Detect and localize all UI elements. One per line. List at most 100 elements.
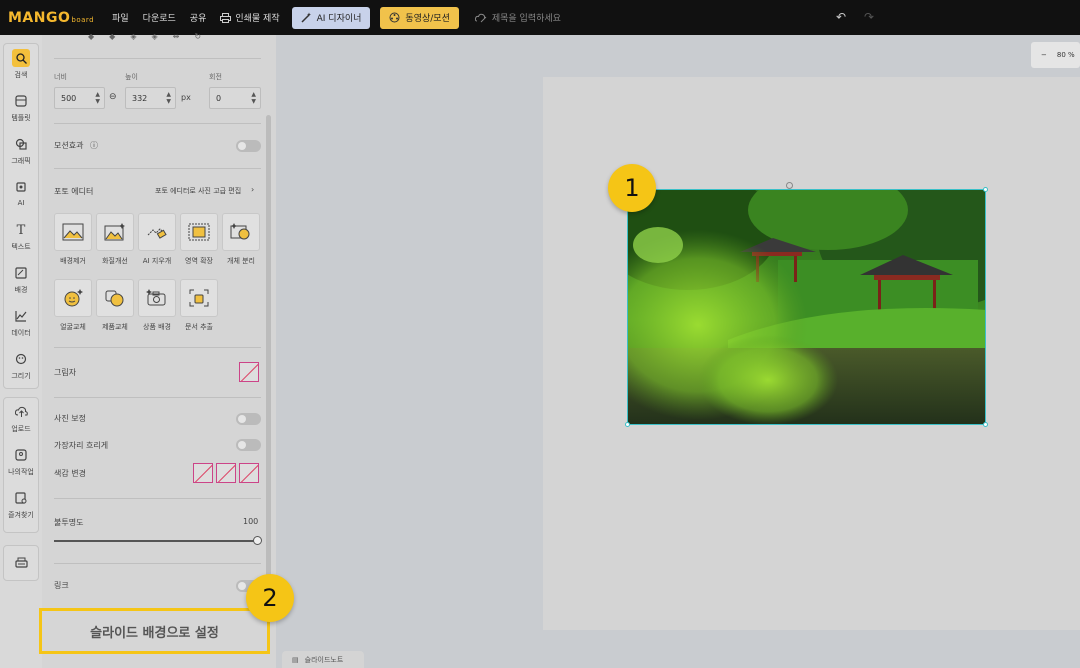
- opacity-value: 100: [243, 517, 259, 526]
- opacity-slider-track[interactable]: [54, 540, 259, 542]
- tool-enhance-quality[interactable]: [96, 213, 134, 251]
- notes-label: 슬라이드노트: [304, 655, 344, 664]
- tool-ai-eraser[interactable]: [138, 213, 176, 251]
- sidebar-item-label: 텍스트: [11, 243, 31, 251]
- undo-icon[interactable]: ↶: [836, 10, 846, 24]
- panel-scrollbar[interactable]: [266, 115, 271, 605]
- flip-icon[interactable]: ⇹: [173, 32, 180, 41]
- tool-label: 상품 배경: [143, 323, 171, 331]
- tool-label: 문서 추출: [185, 323, 213, 331]
- link-ratio-icon[interactable]: ⊖: [109, 92, 117, 102]
- print-production-button[interactable]: 인쇄물 제작: [220, 11, 280, 24]
- height-field[interactable]: 332 ▲ ▼: [125, 87, 176, 109]
- tool-product-swap[interactable]: [96, 279, 134, 317]
- resize-handle-br[interactable]: [983, 422, 988, 427]
- photo-correction-label: 사진 보정: [54, 414, 86, 423]
- zoom-out-icon[interactable]: −: [1041, 51, 1047, 59]
- menu-download[interactable]: 다운로드: [143, 11, 176, 24]
- tool-expand-area[interactable]: [180, 213, 218, 251]
- sidebar-item-draw[interactable]: 그리기: [4, 345, 38, 388]
- height-label: 높이: [125, 73, 138, 81]
- color-swatch-2[interactable]: [216, 463, 236, 483]
- tool-face-swap[interactable]: [54, 279, 92, 317]
- bring-forward-icon[interactable]: ◆: [88, 32, 94, 41]
- tool-label: 얼굴교체: [60, 323, 86, 331]
- remove-background-icon: [62, 223, 84, 241]
- color-swatch-1[interactable]: [193, 463, 213, 483]
- opacity-slider-handle[interactable]: [253, 536, 262, 545]
- sidebar-item-data[interactable]: 데이터: [4, 302, 38, 345]
- enhance-quality-icon: [104, 223, 125, 241]
- rotation-field[interactable]: 0 ▲ ▼: [209, 87, 261, 109]
- zoom-level: 80 %: [1056, 51, 1075, 59]
- callout-number: 2: [262, 584, 278, 612]
- photo-editor-link[interactable]: 포토 에디터로 사진 고급 편집: [155, 186, 241, 196]
- notes-icon: ▤: [292, 655, 299, 664]
- edge-blur-toggle[interactable]: [236, 439, 261, 451]
- height-value: 332: [132, 93, 148, 103]
- title-input[interactable]: 제목을 입력하세요: [474, 11, 561, 24]
- bring-front-icon[interactable]: ◆: [109, 32, 115, 41]
- color-swatch-3[interactable]: [239, 463, 259, 483]
- sidebar-item-background[interactable]: 배경: [4, 259, 38, 302]
- redo-icon[interactable]: ↷: [864, 10, 874, 24]
- send-backward-icon[interactable]: ◈: [130, 32, 136, 41]
- sidebar-item-upload[interactable]: 업로드: [4, 398, 38, 441]
- sidebar-item-search[interactable]: 검색: [4, 44, 38, 87]
- sidebar-extra-button[interactable]: [3, 545, 39, 581]
- edge-blur-label: 가장자리 흐리게: [54, 441, 109, 450]
- photo-correction-toggle[interactable]: [236, 413, 261, 425]
- ai-designer-button[interactable]: AI 디자이너: [291, 6, 371, 29]
- shadow-color-swatch[interactable]: [239, 362, 259, 382]
- tool-label: 화질개선: [102, 257, 128, 265]
- resize-handle-bl[interactable]: [625, 422, 630, 427]
- resize-handle-tr[interactable]: [983, 187, 988, 192]
- printer-icon: [220, 12, 232, 23]
- sidebar-item-label: 템플릿: [11, 114, 31, 122]
- sidebar-item-label: 검색: [14, 71, 28, 79]
- ai-eraser-icon: [147, 228, 167, 239]
- help-icon[interactable]: ⓘ: [90, 140, 98, 151]
- sidebar-item-ai[interactable]: AI: [4, 173, 38, 216]
- properties-panel: [42, 35, 276, 668]
- rotation-stepper-icon[interactable]: ▲ ▼: [251, 91, 256, 105]
- zoom-control[interactable]: − 80 %: [1031, 42, 1080, 68]
- mango-board-logo[interactable]: MANGO board: [8, 10, 94, 26]
- film-reel-icon: [389, 12, 400, 23]
- rotate-handle[interactable]: [786, 182, 793, 189]
- selected-photo[interactable]: [627, 189, 986, 425]
- unit-label: px: [181, 93, 191, 102]
- send-back-icon[interactable]: ◈: [151, 32, 157, 41]
- sidebar-item-favorites[interactable]: 즐겨찾기: [4, 484, 38, 527]
- menu-share[interactable]: 공유: [190, 11, 207, 24]
- tool-product-background[interactable]: [138, 279, 176, 317]
- sidebar-item-my-work[interactable]: 나의작업: [4, 441, 38, 484]
- callout-badge-2: 2: [246, 574, 294, 622]
- rotate-icon[interactable]: ↻: [194, 32, 201, 41]
- height-stepper-icon[interactable]: ▲ ▼: [166, 91, 171, 105]
- slide-notes-tab[interactable]: ▤ 슬라이드노트: [282, 651, 364, 668]
- video-motion-button[interactable]: 동영상/모션: [380, 6, 459, 29]
- tool-object-separation[interactable]: [222, 213, 260, 251]
- search-icon: [12, 49, 30, 67]
- width-stepper-icon[interactable]: ▲ ▼: [95, 91, 100, 105]
- chevron-right-icon[interactable]: ›: [251, 185, 254, 194]
- motion-toggle[interactable]: [236, 140, 261, 152]
- top-menu: 파일 다운로드 공유 인쇄물 제작: [112, 11, 280, 24]
- logo-text: MANGO: [8, 9, 71, 26]
- shadow-label: 그림자: [54, 368, 77, 377]
- sidebar-item-text[interactable]: T 텍스트: [4, 216, 38, 259]
- divider: [54, 58, 261, 59]
- set-slide-background-button[interactable]: 슬라이드 배경으로 설정: [39, 608, 270, 654]
- tool-remove-background[interactable]: [54, 213, 92, 251]
- ai-designer-label: AI 디자이너: [316, 14, 362, 24]
- tool-document-extract[interactable]: [180, 279, 218, 317]
- menu-file[interactable]: 파일: [112, 11, 129, 24]
- tool-label: 배경제거: [60, 257, 86, 265]
- width-field[interactable]: 500 ▲ ▼: [54, 87, 105, 109]
- icon-sidebar: 검색 템플릿 그래픽 AI T 텍스트 배경 데이터 그리기 업로드 나의작업 …: [0, 35, 42, 668]
- sidebar-item-graphic[interactable]: 그래픽: [4, 130, 38, 173]
- sidebar-item-template[interactable]: 템플릿: [4, 87, 38, 130]
- product-swap-icon: [105, 290, 124, 307]
- expand-area-icon: [188, 223, 210, 241]
